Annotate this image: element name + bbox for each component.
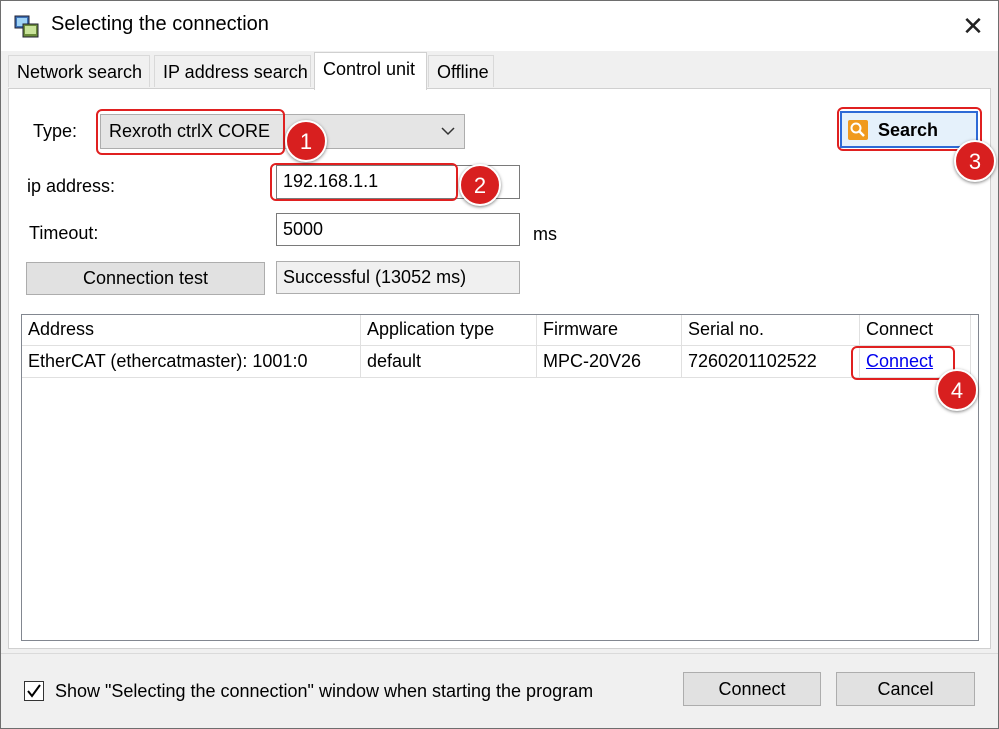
annotation-badge-3: 3 (954, 140, 996, 182)
annotation-badge-1: 1 (285, 120, 327, 162)
tab-control-unit[interactable]: Control unit (314, 52, 427, 90)
annotation-badge-2: 2 (459, 164, 501, 206)
annotation-badge-4: 4 (936, 369, 978, 411)
window-frame (0, 0, 999, 729)
